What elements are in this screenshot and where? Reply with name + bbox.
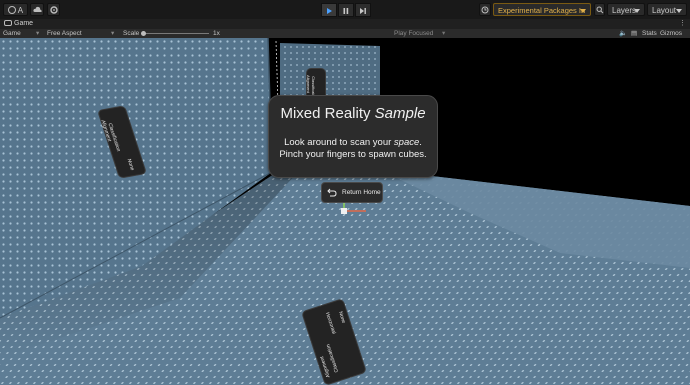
game-view-toolbar: Game ▾ Free Aspect ▾ Scale 1x Play Focus…: [0, 29, 690, 38]
speaker-icon[interactable]: 🔈: [619, 29, 627, 38]
account-button[interactable]: A: [3, 3, 28, 16]
tab-game[interactable]: Game: [2, 19, 33, 29]
play-icon: [327, 8, 332, 14]
gamepad-icon: [4, 20, 12, 27]
panel-title-emphasis: Sample: [374, 105, 426, 122]
stats-button[interactable]: Stats: [642, 29, 657, 38]
pause-button[interactable]: [338, 3, 354, 17]
chevron-down-icon: [676, 9, 682, 13]
gizmos-button[interactable]: Gizmos: [660, 29, 682, 38]
layers-dropdown[interactable]: Layers: [607, 3, 645, 16]
panel-line1-end: .: [419, 137, 422, 148]
panel-tab-bar: Game ⋮: [0, 19, 690, 29]
card-none: None: [125, 158, 136, 171]
tab-game-label: Game: [14, 20, 34, 27]
chevron-down-icon: ▾: [442, 30, 446, 37]
card-none: None: [337, 310, 347, 325]
play-focused-dropdown[interactable]: Play Focused: [394, 29, 433, 38]
experimental-packages-dropdown[interactable]: Experimental Packages In Use: [493, 3, 591, 28]
search-icon: [596, 6, 603, 14]
history-icon: [481, 6, 489, 14]
mixed-reality-sample-panel: Mixed Reality Sample Look around to scan…: [268, 95, 438, 178]
panel-title: Mixed Reality Sample: [269, 105, 437, 123]
panel-title-main: Mixed Reality: [280, 105, 375, 122]
layout-label: Layout: [652, 6, 677, 15]
cloud-button[interactable]: [30, 3, 44, 16]
aspect-dropdown[interactable]: Free Aspect: [47, 29, 82, 38]
display-dropdown[interactable]: Game: [3, 29, 21, 38]
main-toolbar: A Experimental Packages In Use Layers La…: [0, 0, 690, 28]
panel-line1-emphasis: space: [393, 137, 420, 148]
chevron-down-icon: [634, 9, 640, 13]
panel-instruction-pinch: Pinch your fingers to spawn cubes.: [279, 149, 427, 160]
pause-icon: [343, 8, 349, 14]
panel-line1-text: Look around to scan your: [284, 137, 394, 148]
card-horizontal: Horizontal: [323, 311, 337, 335]
cloud-icon: [32, 6, 42, 12]
playback-controls: [318, 3, 371, 17]
gear-icon: [49, 6, 58, 14]
layers-label: Layers: [612, 6, 637, 15]
step-button[interactable]: [355, 3, 371, 17]
panel-instruction-scan: Look around to scan your space.: [269, 137, 437, 148]
return-home-label: Return Home: [342, 189, 381, 196]
tab-menu-icon[interactable]: ⋮: [679, 19, 686, 29]
scale-value: 1x: [213, 30, 220, 37]
chevron-down-icon: ▾: [36, 30, 40, 37]
scale-slider-handle[interactable]: [141, 31, 146, 36]
return-arrow-icon: [327, 188, 337, 197]
settings-button[interactable]: [47, 3, 60, 16]
scale-slider[interactable]: [141, 33, 209, 34]
chevron-down-icon: ▾: [111, 30, 115, 37]
return-home-button[interactable]: Return Home: [321, 182, 383, 203]
divider-icon: ▤: [631, 30, 638, 37]
chevron-down-icon: [580, 9, 586, 13]
history-button[interactable]: [479, 3, 491, 16]
account-icon: [7, 6, 16, 14]
game-viewport[interactable]: Alignment Classification None Alignment …: [0, 38, 690, 385]
search-button[interactable]: [594, 3, 605, 16]
play-button[interactable]: [321, 3, 337, 17]
scale-label: Scale: [123, 30, 140, 37]
layout-dropdown[interactable]: Layout: [647, 3, 687, 16]
step-icon: [360, 8, 366, 14]
account-label: A: [17, 6, 24, 15]
